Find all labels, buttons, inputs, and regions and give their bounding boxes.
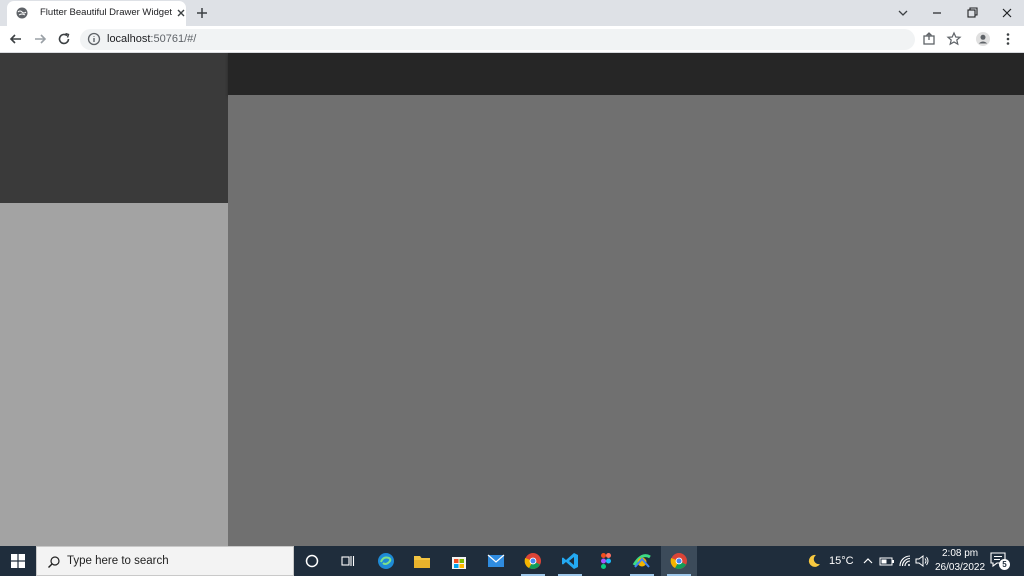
bookmark-star-icon[interactable]: [946, 31, 962, 47]
taskbar-search-box[interactable]: Type here to search: [36, 546, 294, 576]
globe-icon: [16, 7, 28, 19]
clock-time[interactable]: 2:08 pm: [942, 548, 978, 559]
url-path: :50761/#/: [150, 33, 197, 45]
browser-tab[interactable]: Flutter Beautiful Drawer Widget: [7, 1, 186, 26]
mail-icon: [487, 554, 505, 567]
notification-count-badge: 5: [999, 559, 1010, 570]
menu-dots-icon[interactable]: [1000, 31, 1016, 47]
clock-date[interactable]: 26/03/2022: [935, 562, 985, 573]
cortana-circle-icon: [305, 554, 319, 568]
wifi-icon[interactable]: [898, 554, 912, 568]
tab-title: Flutter Beautiful Drawer Widget: [40, 7, 172, 18]
restore-icon[interactable]: [963, 4, 981, 22]
profile-avatar-icon[interactable]: [975, 31, 991, 47]
address-bar[interactable]: [80, 29, 915, 50]
start-button[interactable]: [0, 546, 36, 576]
share-icon[interactable]: [921, 31, 937, 47]
close-tab-icon[interactable]: [174, 6, 188, 20]
chevron-up-icon[interactable]: [862, 555, 874, 567]
search-icon: [48, 556, 60, 568]
task-view-button[interactable]: [330, 546, 366, 576]
taskbar-file-explorer[interactable]: [404, 546, 440, 576]
close-window-icon[interactable]: [998, 4, 1016, 22]
store-bag-icon: [452, 557, 466, 569]
windows-taskbar: Type here to search 15°C 2:08 pm 26/03/2…: [0, 546, 1024, 576]
chrome-icon: [670, 553, 687, 569]
notification-center-button[interactable]: 5: [990, 552, 1010, 570]
folder-icon: [414, 556, 430, 568]
reload-icon[interactable]: [56, 31, 72, 47]
taskbar-chrome-canary[interactable]: [515, 546, 551, 576]
url-text[interactable]: localhost:50761/#/: [107, 33, 196, 45]
taskbar-mail[interactable]: [478, 546, 514, 576]
weather-temperature[interactable]: 15°C: [829, 555, 854, 567]
windows-logo-icon: [11, 554, 25, 568]
weather-moon-icon[interactable]: [806, 553, 822, 569]
taskbar-edge[interactable]: [368, 546, 404, 576]
taskbar-vscode[interactable]: [552, 546, 588, 576]
page-content-overlay[interactable]: [228, 95, 1024, 546]
drawer-header: [0, 53, 228, 203]
app-bar: [228, 53, 1024, 95]
back-arrow-icon[interactable]: [8, 31, 24, 47]
drawer-body[interactable]: [0, 203, 228, 546]
tab-strip: Flutter Beautiful Drawer Widget: [0, 0, 1024, 26]
battery-icon[interactable]: [879, 555, 895, 567]
taskbar-android-studio[interactable]: [624, 546, 660, 576]
task-view-icon: [341, 556, 355, 566]
taskbar-chrome[interactable]: [661, 546, 697, 576]
forward-arrow-icon[interactable]: [32, 31, 48, 47]
search-placeholder: Type here to search: [67, 555, 169, 567]
tab-search-chevron-icon[interactable]: [894, 4, 912, 22]
edge-icon: [378, 553, 394, 569]
taskbar-figma[interactable]: [588, 546, 624, 576]
volume-icon[interactable]: [914, 554, 930, 568]
site-info-icon[interactable]: [87, 32, 101, 46]
new-tab-button[interactable]: [194, 5, 210, 21]
chrome-icon: [524, 553, 541, 569]
android-studio-icon: [632, 554, 651, 568]
url-host: localhost: [107, 33, 151, 45]
figma-icon: [601, 553, 611, 569]
minimize-icon[interactable]: [928, 4, 946, 22]
vscode-icon: [562, 553, 578, 569]
taskbar-store[interactable]: [441, 546, 477, 576]
cortana-button[interactable]: [294, 546, 330, 576]
